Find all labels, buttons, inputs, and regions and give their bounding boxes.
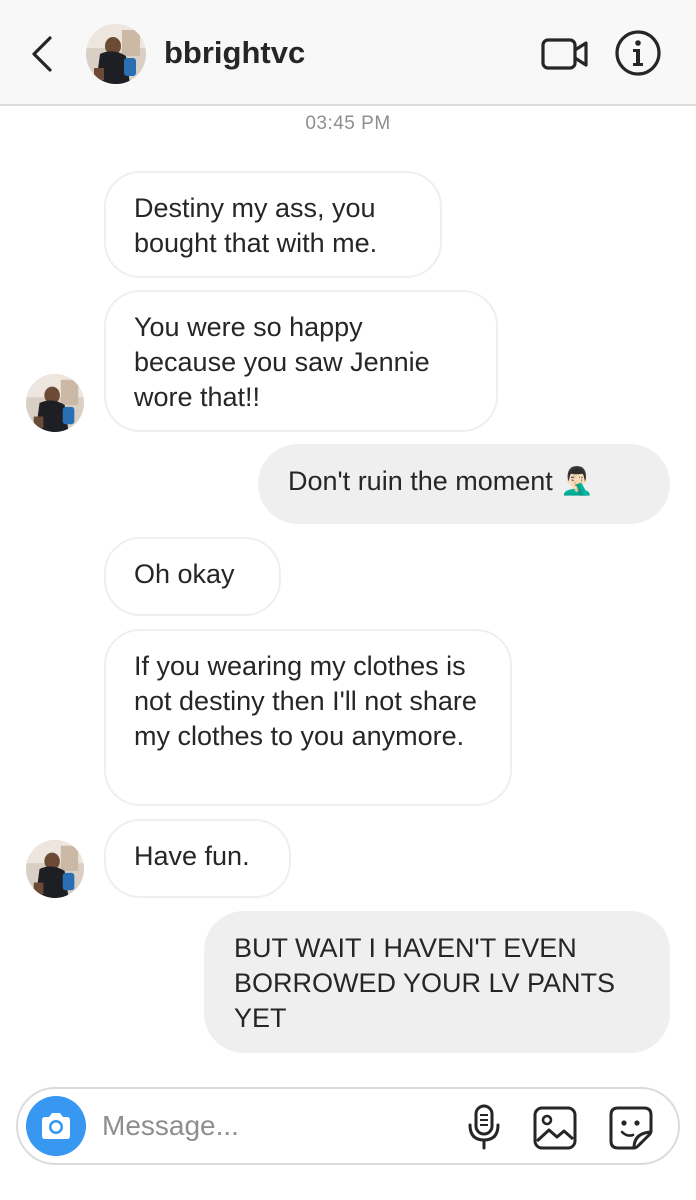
message-text: Oh okay: [134, 559, 235, 589]
sticker-icon: [609, 1106, 653, 1150]
info-button[interactable]: [614, 29, 662, 77]
message-text: If you wearing my clothes is not destiny…: [134, 651, 477, 751]
message-composer: [16, 1087, 680, 1165]
chat-username[interactable]: bbrightvc: [164, 34, 305, 72]
message-text: Have fun.: [134, 841, 250, 871]
sender-avatar[interactable]: [26, 374, 84, 432]
gallery-icon: [533, 1106, 577, 1150]
info-icon: [615, 30, 661, 76]
incoming-message[interactable]: You were so happy because you saw Jennie…: [104, 290, 498, 432]
sender-avatar[interactable]: [26, 840, 84, 898]
camera-icon: [42, 1113, 70, 1139]
incoming-message[interactable]: Destiny my ass, you bought that with me.: [104, 171, 442, 278]
message-timestamp: 03:45 PM: [305, 113, 391, 134]
microphone-button[interactable]: [464, 1103, 504, 1151]
incoming-message[interactable]: Oh okay: [104, 537, 281, 616]
sticker-button[interactable]: [608, 1105, 654, 1151]
header-avatar[interactable]: [86, 24, 146, 84]
message-text: Don't ruin the moment 🤦🏻‍♂️: [288, 466, 594, 496]
camera-button[interactable]: [26, 1096, 86, 1156]
gallery-button[interactable]: [532, 1105, 578, 1151]
message-text: Destiny my ass, you bought that with me.: [134, 193, 378, 258]
back-button[interactable]: [24, 32, 60, 76]
message-text: BUT WAIT I HAVEN'T EVEN BORROWED YOUR LV…: [234, 933, 616, 1033]
chevron-left-icon: [32, 36, 52, 72]
incoming-message[interactable]: Have fun.: [104, 819, 291, 898]
incoming-message[interactable]: If you wearing my clothes is not destiny…: [104, 629, 512, 806]
video-call-button[interactable]: [540, 34, 590, 74]
message-input[interactable]: [102, 1107, 442, 1145]
microphone-icon: [468, 1104, 500, 1150]
video-call-icon: [541, 38, 588, 70]
outgoing-message[interactable]: BUT WAIT I HAVEN'T EVEN BORROWED YOUR LV…: [204, 911, 670, 1053]
message-text: You were so happy because you saw Jennie…: [134, 312, 430, 412]
chat-header: bbrightvc: [0, 0, 696, 106]
outgoing-message[interactable]: Don't ruin the moment 🤦🏻‍♂️: [258, 444, 670, 524]
